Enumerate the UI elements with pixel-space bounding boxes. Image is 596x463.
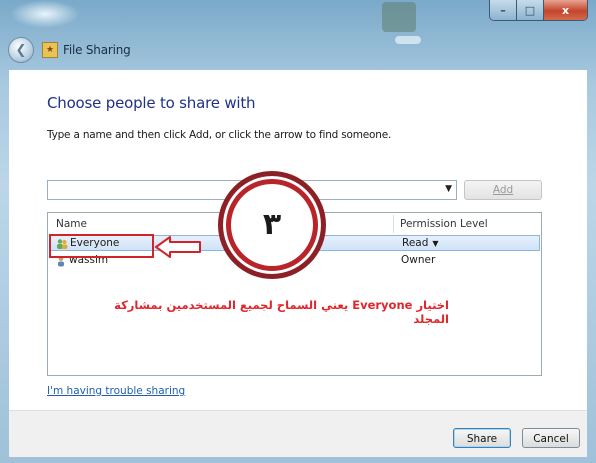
chevron-down-icon[interactable]: ▼ bbox=[432, 239, 438, 248]
back-arrow-icon: ❮ bbox=[15, 42, 27, 58]
column-divider[interactable] bbox=[393, 215, 394, 233]
permission-dropdown-everyone[interactable]: Read ▼ bbox=[402, 237, 439, 249]
annotation-note: اختيار Everyone يعني السماح لجميع المستخ… bbox=[114, 298, 449, 326]
column-header-permission[interactable]: Permission Level bbox=[400, 218, 488, 230]
annotation-arrow-icon bbox=[155, 236, 201, 258]
dialog-instruction: Type a name and then click Add, or click… bbox=[47, 129, 392, 141]
window-controls: – □ x bbox=[489, 0, 588, 21]
trouble-sharing-link[interactable]: I'm having trouble sharing bbox=[47, 385, 185, 397]
minimize-button[interactable]: – bbox=[490, 0, 517, 20]
add-button-label: Add bbox=[492, 184, 514, 196]
close-button[interactable]: x bbox=[544, 0, 587, 20]
cancel-button[interactable]: Cancel bbox=[522, 428, 580, 448]
back-button[interactable]: ❮ bbox=[8, 37, 34, 63]
row-permission-wassim: Owner bbox=[401, 254, 436, 266]
share-button[interactable]: Share bbox=[453, 428, 511, 448]
annotation-step-number: ٣ bbox=[262, 207, 282, 242]
annotation-highlight-box bbox=[49, 234, 154, 258]
annotation-step-badge: ٣ bbox=[218, 171, 326, 279]
window-title: File Sharing bbox=[63, 43, 131, 57]
dialog-footer: Share Cancel bbox=[9, 410, 587, 457]
dropdown-arrow-icon[interactable]: ▼ bbox=[445, 184, 452, 194]
file-sharing-icon: ★ bbox=[42, 42, 58, 58]
column-header-name[interactable]: Name bbox=[56, 218, 87, 230]
dialog-heading: Choose people to share with bbox=[47, 94, 256, 112]
add-button[interactable]: Add bbox=[464, 180, 542, 200]
title-bar: ❮ ★ File Sharing bbox=[8, 37, 131, 63]
maximize-button[interactable]: □ bbox=[517, 0, 544, 20]
